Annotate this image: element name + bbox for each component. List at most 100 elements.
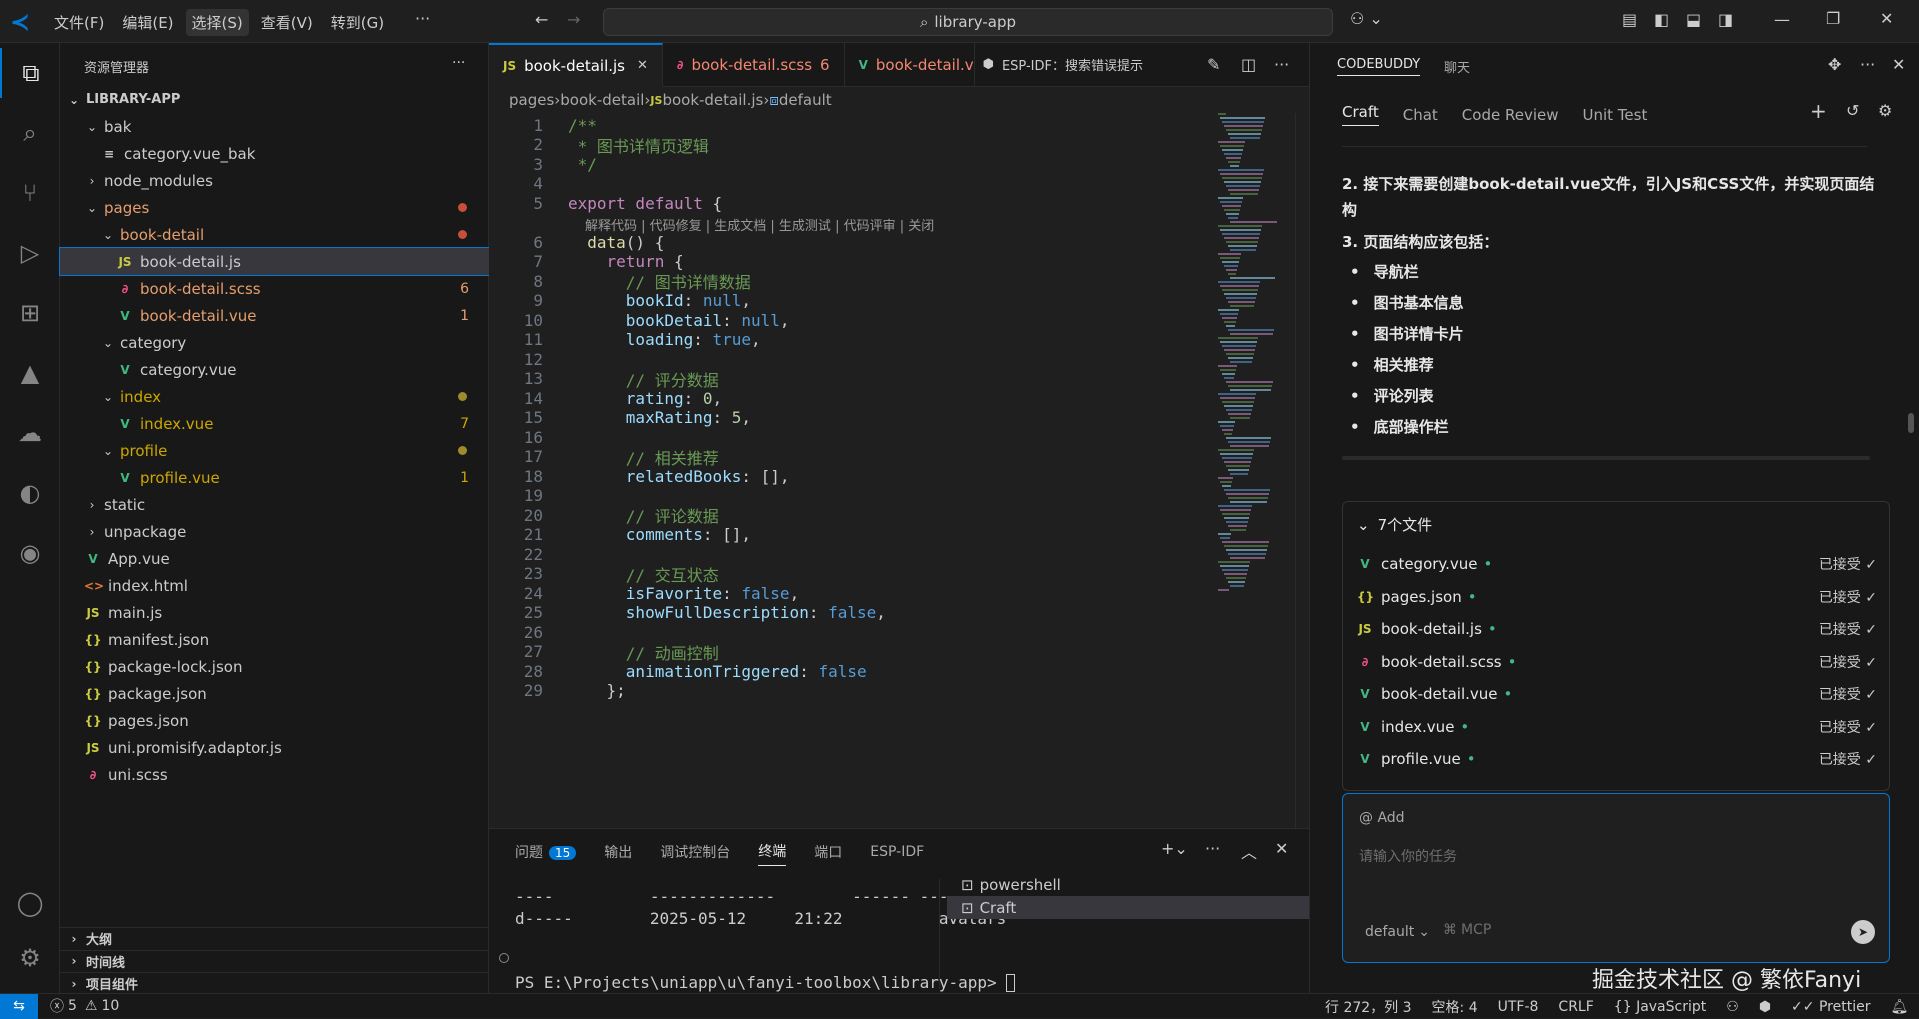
tree-folder[interactable]: ⌄ bak [60,113,489,140]
panel-tab[interactable]: 端口 [814,842,842,866]
assistant-icon[interactable]: ☁ [0,408,60,458]
run-debug-icon[interactable]: ▷ [0,228,60,278]
tree-file[interactable]: {} package.json [60,680,489,707]
toggle-secondary-sidebar-icon[interactable]: ◨ [1718,10,1733,29]
send-button[interactable]: ➤ [1851,920,1875,944]
tree-file[interactable]: Vindex.vue 7 [60,410,489,437]
close-window-icon[interactable]: ✕ [1880,9,1893,28]
changed-file-row[interactable]: Vcategory.vue • 已接受 ✓ [1357,548,1877,580]
terminal-instance[interactable]: ⊡ powershell [947,873,1309,896]
toggle-panel-icon[interactable]: ⬓ [1686,10,1701,29]
search-icon[interactable]: ⌕ [0,108,60,158]
panel-more-icon[interactable]: ··· [1205,839,1220,858]
changed-file-row[interactable]: Vbook-detail.vue • 已接受 ✓ [1357,678,1877,710]
changed-file-row[interactable]: Vindex.vue • 已接受 ✓ [1357,711,1877,743]
terminal-prompt[interactable]: PS E:\Projects\uniapp\u\fanyi-toolbox\li… [515,973,1016,992]
mcp-button[interactable]: ⌘ MCP [1443,922,1491,938]
move-icon[interactable]: ✥ [1828,55,1841,74]
tree-folder[interactable]: › static [60,491,489,518]
more-menu-icon[interactable]: ··· [415,9,430,28]
editor-tab[interactable]: Vbook-detail.vu [845,42,975,87]
language-mode[interactable]: {} JavaScript [1614,999,1706,1015]
codebuddy-tab[interactable]: Craft [1342,103,1379,126]
new-chat-icon[interactable]: + [1810,99,1827,123]
changed-file-row[interactable]: JS book-detail.js • 已接受 ✓ [1357,613,1877,645]
cursor-position[interactable]: 行 272，列 3 [1325,997,1412,1017]
changed-file-row[interactable]: {} pages.json • 已接受 ✓ [1357,581,1877,613]
esp-idf-tab[interactable]: ⬢ ESP-IDF：搜索错误提示 [975,55,1143,74]
close-tab-icon[interactable]: ✕ [637,58,648,73]
tree-file[interactable]: Vprofile.vue 1 [60,464,489,491]
esp-status-icon[interactable]: ⬢ [1759,999,1771,1015]
codebuddy-tab[interactable]: Unit Test [1582,106,1647,124]
task-input[interactable]: 请输入你的任务 [1359,846,1457,866]
close-panel-icon[interactable]: ✕ [1275,839,1288,858]
sidebar-section[interactable]: › 大纲 [60,927,489,949]
changed-file-row[interactable]: ∂ book-detail.scss • 已接受 ✓ [1357,646,1877,678]
split-editor-icon[interactable]: ◫ [1241,55,1256,74]
close-right-panel-icon[interactable]: ✕ [1892,55,1905,74]
right-more-icon[interactable]: ··· [1860,55,1875,74]
maximize-panel-icon[interactable]: ︿ [1241,839,1257,863]
tree-folder[interactable]: ⌄ index [60,383,489,410]
source-control-icon[interactable]: ⑂ [0,168,60,218]
deploy-icon[interactable]: ▲ [0,348,60,398]
prettier-status[interactable]: ✓✓ Prettier [1791,999,1870,1015]
tree-file[interactable]: JS main.js [60,599,489,626]
restore-icon[interactable]: ❐ [1826,9,1840,28]
tree-file[interactable]: Vcategory.vue [60,356,489,383]
menu-item[interactable]: 文件(F) [48,9,110,36]
panel-tab[interactable]: 问题 15 [515,842,577,866]
new-terminal-icon[interactable]: +⌄ [1161,839,1188,858]
settings-icon[interactable]: ⚙ [1878,101,1892,120]
remote-indicator[interactable]: ⇆ [0,993,38,1019]
minimap[interactable] [1218,113,1288,713]
forward-arrow-icon[interactable]: → [567,10,580,29]
edge-icon[interactable]: ◐ [0,468,60,518]
panel-tab[interactable]: 调试控制台 [660,842,730,866]
minimize-icon[interactable]: — [1774,10,1790,29]
chat-header-tab[interactable]: 聊天 [1444,57,1470,76]
tree-file[interactable]: ≡ category.vue_bak [60,140,489,167]
changed-file-row[interactable]: Vprofile.vue • 已接受 ✓ [1357,743,1877,775]
explorer-icon[interactable]: ⧉ [0,48,60,98]
tree-file[interactable]: V App.vue [60,545,489,572]
right-scrollbar[interactable] [1908,413,1914,433]
tree-file[interactable]: {} pages.json [60,707,489,734]
tree-folder[interactable]: ⌄ pages [60,194,489,221]
breadcrumb-item[interactable]: pages [509,91,554,109]
codebuddy-tab[interactable]: Code Review [1462,106,1559,124]
edit-pencil-icon[interactable]: ✎ [1207,55,1220,74]
breadcrumb-item[interactable]: book-detail [560,91,644,109]
tree-file[interactable]: JS uni.promisify.adaptor.js [60,734,489,761]
history-icon[interactable]: ↺ [1846,101,1859,120]
notifications-bell-icon[interactable]: 🔔︎ [1890,999,1908,1015]
account-icon[interactable]: ◯ [0,878,60,928]
explorer-more-icon[interactable]: ··· [452,55,465,71]
breadcrumb-item[interactable]: book-detail.js [662,91,763,109]
copilot-icon[interactable]: ⚇ ⌄ [1350,9,1383,28]
tree-folder[interactable]: ⌄ category [60,329,489,356]
breadcrumb-item[interactable]: default [779,91,832,109]
codebuddy-tab[interactable]: Chat [1403,106,1438,124]
toggle-sidebar-icon[interactable]: ◧ [1654,10,1669,29]
indentation[interactable]: 空格: 4 [1432,997,1478,1017]
menu-item[interactable]: 选择(S) [185,9,249,36]
code-view[interactable]: 1/** 2 * 图书详情页逻辑 3 */4 5 export default {解释代… [489,113,1249,828]
model-select[interactable]: default ⌄ [1365,924,1430,940]
codebuddy-header[interactable]: CODEBUDDY [1337,57,1421,76]
files-header[interactable]: ⌄ 7个文件 [1357,514,1432,535]
settings-gear-icon[interactable]: ⚙ [0,933,60,983]
problems-indicator[interactable]: ⓧ 5 ⚠ 10 [50,996,119,1016]
menu-item[interactable]: 转到(G) [325,9,390,36]
panel-tab[interactable]: 输出 [604,842,632,866]
editor-more-icon[interactable]: ··· [1274,55,1289,74]
layout-customize-icon[interactable]: ▤ [1622,10,1637,29]
back-arrow-icon[interactable]: ← [535,10,548,29]
tree-folder[interactable]: › unpackage [60,518,489,545]
menu-item[interactable]: 编辑(E) [116,9,179,36]
tree-file[interactable]: ∂ uni.scss [60,761,489,788]
esp-idf-icon[interactable]: ◉ [0,528,60,578]
tree-folder[interactable]: ⌄ profile [60,437,489,464]
panel-tab[interactable]: 终端 [758,841,787,866]
